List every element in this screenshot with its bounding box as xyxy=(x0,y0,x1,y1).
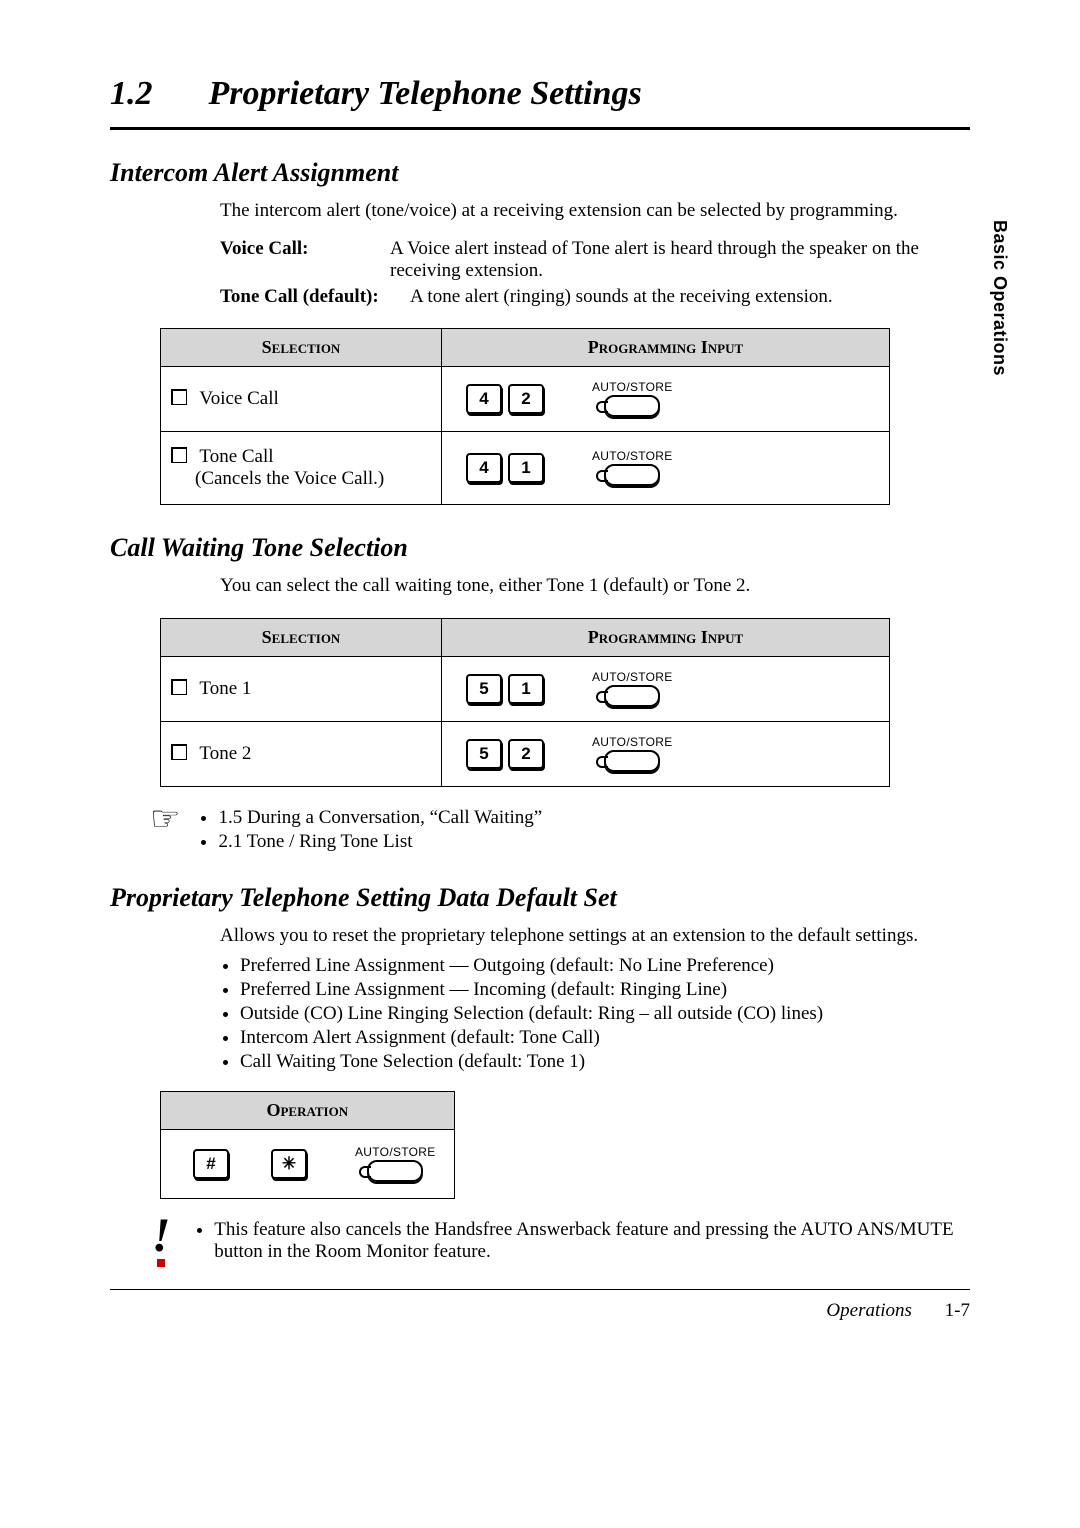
table-row: # ✳ AUTO/STORE xyxy=(161,1129,455,1198)
autostore-label: AUTO/STORE xyxy=(592,450,673,462)
programming-input: # ✳ AUTO/STORE xyxy=(179,1146,436,1182)
key-1: 1 xyxy=(508,453,544,483)
table-row: Tone Call (Cancels the Voice Call.) 4 1 … xyxy=(161,431,890,504)
programming-input: 4 2 AUTO/STORE xyxy=(452,381,879,417)
pill-button-icon xyxy=(604,750,660,772)
pill-button-icon xyxy=(604,685,660,707)
section-heading-default: Proprietary Telephone Setting Data Defau… xyxy=(110,883,970,913)
programming-input: 4 1 AUTO/STORE xyxy=(452,450,879,486)
list-item: Preferred Line Assignment — Incoming (de… xyxy=(240,979,970,1001)
chapter-title: Proprietary Telephone Settings xyxy=(209,75,642,112)
def-desc-voice: A Voice alert instead of Tone alert is h… xyxy=(390,238,970,282)
key-2: 2 xyxy=(508,739,544,769)
selection-sub: (Cancels the Voice Call.) xyxy=(195,468,384,489)
selection-label: Tone 1 xyxy=(199,678,251,699)
table-row: Tone 1 5 1 AUTO/STORE xyxy=(161,657,890,722)
table-row: Tone 2 5 2 AUTO/STORE xyxy=(161,722,890,787)
th-programming: Programming Input xyxy=(442,328,890,366)
checkbox-icon xyxy=(171,389,187,405)
checkbox-icon xyxy=(171,744,187,760)
section-heading-callwaiting: Call Waiting Tone Selection xyxy=(110,533,970,563)
def-term-voice: Voice Call: xyxy=(220,238,390,282)
list-item: Preferred Line Assignment — Outgoing (de… xyxy=(240,955,970,977)
page-footer: Operations 1-7 xyxy=(110,1289,970,1322)
autostore-label: AUTO/STORE xyxy=(592,381,673,393)
key-1: 1 xyxy=(508,674,544,704)
th-selection: Selection xyxy=(161,619,442,657)
exclamation-icon: ! xyxy=(150,1217,172,1267)
page-number: 1-7 xyxy=(945,1300,970,1321)
selection-label: Voice Call xyxy=(199,388,278,409)
key-2: 2 xyxy=(508,384,544,414)
def-term-tone: Tone Call (default): xyxy=(220,286,410,308)
def-desc-tone: A tone alert (ringing) sounds at the rec… xyxy=(410,286,970,308)
pill-button-icon xyxy=(604,464,660,486)
note-text: This feature also cancels the Handsfree … xyxy=(214,1219,970,1263)
autostore-button: AUTO/STORE xyxy=(592,736,673,772)
autostore-button: AUTO/STORE xyxy=(592,450,673,486)
th-selection: Selection xyxy=(161,328,442,366)
autostore-button: AUTO/STORE xyxy=(355,1146,436,1182)
pill-button-icon xyxy=(604,395,660,417)
note-block: ! This feature also cancels the Handsfre… xyxy=(150,1217,970,1267)
callwaiting-table: Selection Programming Input Tone 1 5 1 A… xyxy=(160,618,890,787)
list-item: Call Waiting Tone Selection (default: To… xyxy=(240,1051,970,1073)
checkbox-icon xyxy=(171,447,187,463)
key-4: 4 xyxy=(466,453,502,483)
key-hash: # xyxy=(193,1149,229,1179)
key-5: 5 xyxy=(466,739,502,769)
checkbox-icon xyxy=(171,679,187,695)
list-item: Intercom Alert Assignment (default: Tone… xyxy=(240,1027,970,1049)
th-operation: Operation xyxy=(161,1091,455,1129)
autostore-button: AUTO/STORE xyxy=(592,381,673,417)
selection-label: Tone 2 xyxy=(199,743,251,764)
programming-input: 5 1 AUTO/STORE xyxy=(452,671,879,707)
section-intro: You can select the call waiting tone, ei… xyxy=(220,573,970,599)
pill-button-icon xyxy=(367,1160,423,1182)
autostore-button: AUTO/STORE xyxy=(592,671,673,707)
default-list: Preferred Line Assignment — Outgoing (de… xyxy=(220,955,970,1073)
pointing-hand-icon: ☞ xyxy=(150,803,180,837)
autostore-label: AUTO/STORE xyxy=(592,671,673,683)
chapter-header: 1.2 Proprietary Telephone Settings xyxy=(110,75,970,130)
footer-label: Operations xyxy=(826,1300,912,1321)
key-4: 4 xyxy=(466,384,502,414)
th-programming: Programming Input xyxy=(442,619,890,657)
key-star: ✳ xyxy=(271,1149,307,1179)
chapter-number: 1.2 xyxy=(110,75,200,113)
ref-item: 2.1 Tone / Ring Tone List xyxy=(218,831,542,853)
ref-item: 1.5 During a Conversation, “Call Waiting… xyxy=(218,807,542,829)
side-tab: Basic Operations xyxy=(989,220,1010,376)
autostore-label: AUTO/STORE xyxy=(592,736,673,748)
section-intro: The intercom alert (tone/voice) at a rec… xyxy=(220,198,970,224)
table-row: Voice Call 4 2 AUTO/STORE xyxy=(161,366,890,431)
definition-list: Voice Call: A Voice alert instead of Ton… xyxy=(220,238,970,308)
key-5: 5 xyxy=(466,674,502,704)
selection-label: Tone Call xyxy=(199,446,273,467)
operation-table: Operation # ✳ AUTO/STORE xyxy=(160,1091,455,1199)
list-item: Outside (CO) Line Ringing Selection (def… xyxy=(240,1003,970,1025)
intercom-table: Selection Programming Input Voice Call 4… xyxy=(160,328,890,505)
autostore-label: AUTO/STORE xyxy=(355,1146,436,1158)
section-heading-intercom: Intercom Alert Assignment xyxy=(110,158,970,188)
cross-reference: ☞ 1.5 During a Conversation, “Call Waiti… xyxy=(150,805,970,855)
section-intro: Allows you to reset the proprietary tele… xyxy=(220,923,970,949)
programming-input: 5 2 AUTO/STORE xyxy=(452,736,879,772)
